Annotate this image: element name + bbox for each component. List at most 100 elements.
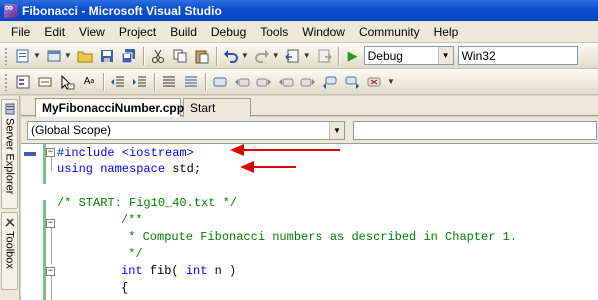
tab-myfibonaccinumber-cpp[interactable]: MyFibonacciNumber.cpp <box>35 98 184 117</box>
solution-configuration-dropdown[interactable]: Debug ▼ <box>363 46 454 65</box>
code-editor[interactable]: − − − #include <iostream> using namespac… <box>21 143 598 300</box>
collapse-region-icon[interactable]: − <box>46 148 55 157</box>
scope-value: (Global Scope) <box>31 123 112 137</box>
window-title: Fibonacci - Microsoft Visual Studio <box>22 3 222 18</box>
title-bar: Fibonacci - Microsoft Visual Studio <box>0 0 598 21</box>
chevron-down-icon[interactable]: ▼ <box>437 47 453 64</box>
server-explorer-icon <box>4 103 16 115</box>
configuration-value: Debug <box>367 48 403 63</box>
complete-word-icon[interactable]: Aa <box>80 73 98 91</box>
identifier: fib( <box>142 264 186 278</box>
navigate-backward-icon[interactable] <box>284 47 302 65</box>
next-bookmark-in-folder-icon[interactable] <box>299 73 317 91</box>
add-item-icon[interactable] <box>45 47 63 65</box>
comment-text: /* START: Fig10_40.txt */ <box>57 196 238 210</box>
redo-icon[interactable] <box>253 47 271 65</box>
toolbar-grip[interactable] <box>4 46 8 65</box>
keyword: using namespace <box>57 162 166 176</box>
text-editor-toolbar: Aa ▼ <box>0 69 598 95</box>
member-dropdown[interactable] <box>353 120 597 140</box>
solution-platform-dropdown[interactable]: Win32 <box>457 46 578 65</box>
preprocessor-directive: #include <box>57 146 122 160</box>
copy-icon[interactable] <box>171 47 189 65</box>
fold-guide <box>51 228 52 264</box>
side-tab-strip: Server Explorer Toolbox <box>0 96 20 300</box>
chevron-down-icon[interactable]: ▼ <box>64 51 72 60</box>
comment-text: * Compute Fibonacci numbers as described… <box>121 230 518 244</box>
identifier: std; <box>165 162 202 176</box>
fold-guide <box>51 157 52 171</box>
chevron-down-icon[interactable]: ▼ <box>241 51 249 60</box>
unchanged-bar <box>43 184 46 200</box>
visual-studio-icon <box>4 2 18 18</box>
code-line-using[interactable]: using namespace std; <box>57 161 201 177</box>
open-folder-icon[interactable] <box>76 47 94 65</box>
annotation-arrow <box>230 144 340 156</box>
chevron-down-icon[interactable]: ▼ <box>272 51 280 60</box>
menu-debug[interactable]: Debug <box>204 23 253 41</box>
code-line-function-signature[interactable]: int fib( int n ) <box>121 263 236 279</box>
menu-window[interactable]: Window <box>295 23 352 41</box>
display-quick-info-icon[interactable] <box>58 73 76 91</box>
platform-value: Win32 <box>461 48 496 63</box>
uncomment-selection-icon[interactable] <box>182 73 200 91</box>
start-debugging-icon[interactable]: ▶ <box>344 47 362 65</box>
next-bookmark-in-document-icon[interactable] <box>343 73 361 91</box>
navigation-bar: (Global Scope) ▼ <box>21 117 598 143</box>
menu-edit[interactable]: Edit <box>37 23 72 41</box>
display-object-member-list-icon[interactable] <box>14 73 32 91</box>
code-line-include[interactable]: #include <iostream> <box>57 145 194 161</box>
toolbar-separator <box>142 46 144 65</box>
keyword: int <box>121 264 143 278</box>
toggle-bookmark-icon[interactable] <box>211 73 229 91</box>
collapse-region-icon[interactable]: − <box>46 267 55 276</box>
display-parameter-info-icon[interactable] <box>36 73 54 91</box>
collapse-region-icon[interactable]: − <box>46 219 55 228</box>
toolbar-grip[interactable] <box>4 72 8 91</box>
previous-bookmark-in-folder-icon[interactable] <box>277 73 295 91</box>
increase-indent-icon[interactable] <box>131 73 149 91</box>
tab-start-page[interactable]: Start Page <box>183 98 251 129</box>
toolbox-tab[interactable]: Toolbox <box>1 212 18 290</box>
code-line-doc-body[interactable]: * Compute Fibonacci numbers as described… <box>121 229 517 245</box>
keyword: int <box>185 264 208 278</box>
comment-text: /** <box>121 213 143 227</box>
chevron-down-icon[interactable]: ▼ <box>33 51 41 60</box>
code-line-open-brace[interactable]: { <box>121 280 128 296</box>
annotation-arrow <box>240 161 296 173</box>
navigate-forward-icon[interactable] <box>315 47 333 65</box>
menu-help[interactable]: Help <box>427 23 466 41</box>
saved-changes-bar <box>43 200 46 300</box>
menu-file[interactable]: File <box>4 23 37 41</box>
clear-bookmarks-icon[interactable] <box>365 73 383 91</box>
toolbar-separator <box>337 46 339 65</box>
identifier: n ) <box>207 264 237 278</box>
toolbar-separator <box>103 72 104 91</box>
code-line-doc-start[interactable]: /** <box>121 212 143 228</box>
code-line-doc-end[interactable]: */ <box>121 246 142 262</box>
scope-dropdown[interactable]: (Global Scope) ▼ <box>27 120 345 140</box>
save-icon[interactable] <box>98 47 116 65</box>
standard-toolbar: ▼ ▼ ▼ ▼ ▼ ▶ Debug ▼ Win32 <box>0 43 598 69</box>
cut-icon[interactable] <box>149 47 167 65</box>
save-all-icon[interactable] <box>120 47 138 65</box>
server-explorer-tab[interactable]: Server Explorer <box>1 99 18 209</box>
paste-icon[interactable] <box>193 47 211 65</box>
menu-tools[interactable]: Tools <box>253 23 295 41</box>
next-bookmark-icon[interactable] <box>255 73 273 91</box>
undo-icon[interactable] <box>222 47 240 65</box>
decrease-indent-icon[interactable] <box>109 73 127 91</box>
menu-view[interactable]: View <box>72 23 112 41</box>
chevron-down-icon[interactable]: ▼ <box>329 121 344 139</box>
menu-build[interactable]: Build <box>163 23 204 41</box>
fold-guide <box>51 276 52 300</box>
previous-bookmark-in-document-icon[interactable] <box>321 73 339 91</box>
chevron-down-icon[interactable]: ▼ <box>303 51 311 60</box>
menu-project[interactable]: Project <box>112 23 163 41</box>
previous-bookmark-icon[interactable] <box>233 73 251 91</box>
menu-community[interactable]: Community <box>352 23 427 41</box>
new-project-icon[interactable] <box>14 47 32 65</box>
code-line-comment[interactable]: /* START: Fig10_40.txt */ <box>57 195 237 211</box>
comment-selection-icon[interactable] <box>160 73 178 91</box>
toolbar-options-icon[interactable]: ▼ <box>387 77 395 86</box>
